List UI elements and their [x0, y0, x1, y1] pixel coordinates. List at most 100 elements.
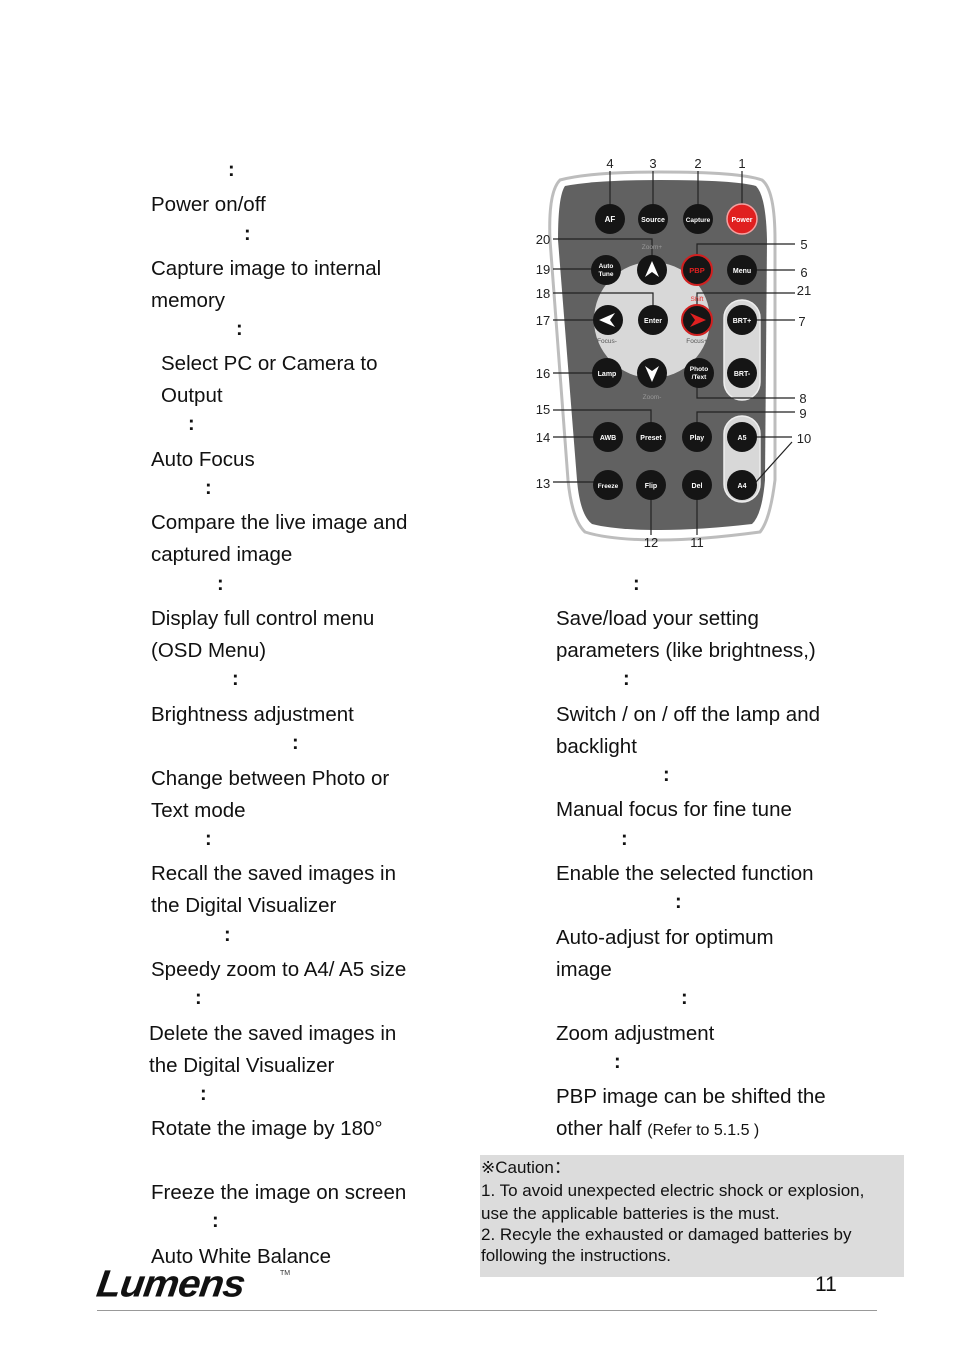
desc-line: Switch / on / off the lamp and: [556, 703, 820, 726]
desc-line: Change between Photo or: [151, 767, 390, 790]
desc-line: Select PC or Camera to: [161, 352, 378, 375]
item-colon: :: [205, 477, 212, 499]
button-label: Del: [692, 483, 703, 490]
desc-line: the Digital Visualizer: [151, 894, 337, 917]
item-colon: :: [188, 413, 195, 435]
callout-number: 13: [536, 476, 550, 491]
item-colon: :: [195, 987, 202, 1009]
item-flip-desc: Rotate the image by 180°: [151, 1113, 383, 1145]
button-play[interactable]: Play: [682, 422, 712, 452]
desc-line: memory: [151, 289, 226, 312]
button-brt-minus[interactable]: BRT-: [727, 358, 757, 388]
item-colon: :: [232, 668, 239, 690]
item-photo-desc: Change between Photo or Text mode: [151, 763, 389, 827]
desc-line: Recall the saved images in: [151, 862, 396, 885]
desc-line: Display full control menu: [151, 607, 375, 630]
desc-line: Rotate the image by 180°: [151, 1117, 383, 1140]
button-a4[interactable]: A4: [727, 470, 757, 500]
button-focus-plus[interactable]: [681, 304, 713, 336]
button-lamp[interactable]: Lamp: [592, 358, 622, 388]
button-power[interactable]: Power: [726, 203, 758, 235]
callout-number: 7: [798, 314, 805, 329]
callout-number: 1: [738, 156, 745, 171]
button-label: A5: [738, 435, 747, 442]
item-colon: :: [621, 828, 628, 850]
button-capture[interactable]: Capture: [683, 204, 713, 234]
button-label: BRT+: [733, 318, 751, 325]
callout-number: 15: [536, 402, 550, 417]
button-label: A4: [738, 483, 747, 490]
item-colon: :: [244, 223, 251, 245]
button-label: /Text: [692, 374, 708, 381]
callout-number: 6: [800, 265, 807, 280]
button-focus-minus[interactable]: [593, 305, 623, 335]
button-del[interactable]: Del: [682, 470, 712, 500]
item-focus-desc: Manual focus for fine tune: [556, 794, 792, 826]
button-label: Power: [731, 217, 752, 224]
button-label: Flip: [645, 483, 657, 490]
button-menu[interactable]: Menu: [727, 255, 757, 285]
button-awb[interactable]: AWB: [593, 422, 623, 452]
item-colon: :: [228, 159, 235, 181]
refer-note: (Refer to 5.1.5 ): [647, 1122, 760, 1139]
item-freeze-desc: Freeze the image on screen: [151, 1177, 406, 1209]
button-freeze[interactable]: Freeze: [593, 470, 623, 500]
button-zoom-out[interactable]: [637, 358, 667, 388]
callout-number: 9: [799, 406, 806, 421]
desc-line: Compare the live image and: [151, 511, 408, 534]
footer-divider: [97, 1310, 877, 1311]
focus-minus-label: Focus-: [597, 338, 617, 345]
item-preset-desc: Save/load your setting parameters (like b…: [556, 603, 816, 667]
item-autotune-desc: Auto-adjust for optimum image: [556, 922, 774, 986]
desc-line: Text mode: [151, 799, 246, 822]
button-label: Enter: [644, 318, 662, 325]
button-zoom-in[interactable]: [637, 255, 667, 285]
button-flip[interactable]: Flip: [636, 470, 666, 500]
item-lamp-desc: Switch / on / off the lamp and backlight: [556, 699, 820, 763]
callout-number: 5: [800, 237, 807, 252]
callout-number: 2: [694, 156, 701, 171]
button-label: Photo: [690, 366, 708, 373]
item-play-desc: Recall the saved images in the Digital Vi…: [151, 858, 396, 922]
item-colon: :: [205, 828, 212, 850]
button-auto-tune[interactable]: AutoTune: [591, 255, 621, 285]
button-pbp[interactable]: PBP: [681, 254, 713, 286]
zoom-plus-label: Zoom+: [642, 244, 663, 251]
callout-number: 4: [606, 156, 613, 171]
button-photo-text[interactable]: Photo/Text: [684, 358, 714, 388]
callout-number: 17: [536, 313, 550, 328]
item-capture-desc: Capture image to internal memory: [151, 253, 381, 317]
desc-line: Power on/off: [151, 193, 266, 216]
desc-line: Delete the saved images in: [149, 1022, 397, 1045]
button-af[interactable]: AF: [595, 204, 625, 234]
desc-line: Auto Focus: [151, 448, 255, 471]
desc-line: backlight: [556, 735, 637, 758]
desc-line: image: [556, 958, 612, 981]
callout-number: 21: [797, 283, 811, 298]
desc-line: the Digital Visualizer: [149, 1054, 335, 1077]
callout-number: 11: [690, 535, 704, 550]
callout-number: 12: [644, 535, 658, 550]
item-zoom-desc: Zoom adjustment: [556, 1018, 714, 1050]
desc-line: Speedy zoom to A4/ A5 size: [151, 958, 407, 981]
caution-line: 1. To avoid unexpected electric shock or…: [481, 1181, 865, 1200]
desc-line: Output: [161, 384, 223, 407]
shift-label: Shift: [690, 296, 703, 303]
caution-line: use the applicable batteries is the must…: [481, 1204, 780, 1223]
button-preset[interactable]: Preset: [636, 422, 666, 452]
button-source[interactable]: Source: [638, 204, 668, 234]
button-brt-plus[interactable]: BRT+: [727, 305, 757, 335]
callout-number: 18: [536, 286, 550, 301]
item-colon: :: [217, 573, 224, 595]
button-label: Freeze: [598, 483, 619, 490]
item-menu-desc: Display full control menu (OSD Menu): [151, 603, 374, 667]
item-brt-desc: Brightness adjustment: [151, 699, 354, 731]
button-a5[interactable]: A5: [727, 422, 757, 452]
callout-number: 16: [536, 366, 550, 381]
desc-line: Auto-adjust for optimum: [556, 926, 774, 949]
button-enter[interactable]: Enter: [638, 305, 668, 335]
button-label: Play: [690, 435, 705, 442]
lumens-logo: Lumens: [94, 1263, 248, 1305]
page-number: 11: [815, 1273, 837, 1296]
desc-line: captured image: [151, 543, 293, 566]
